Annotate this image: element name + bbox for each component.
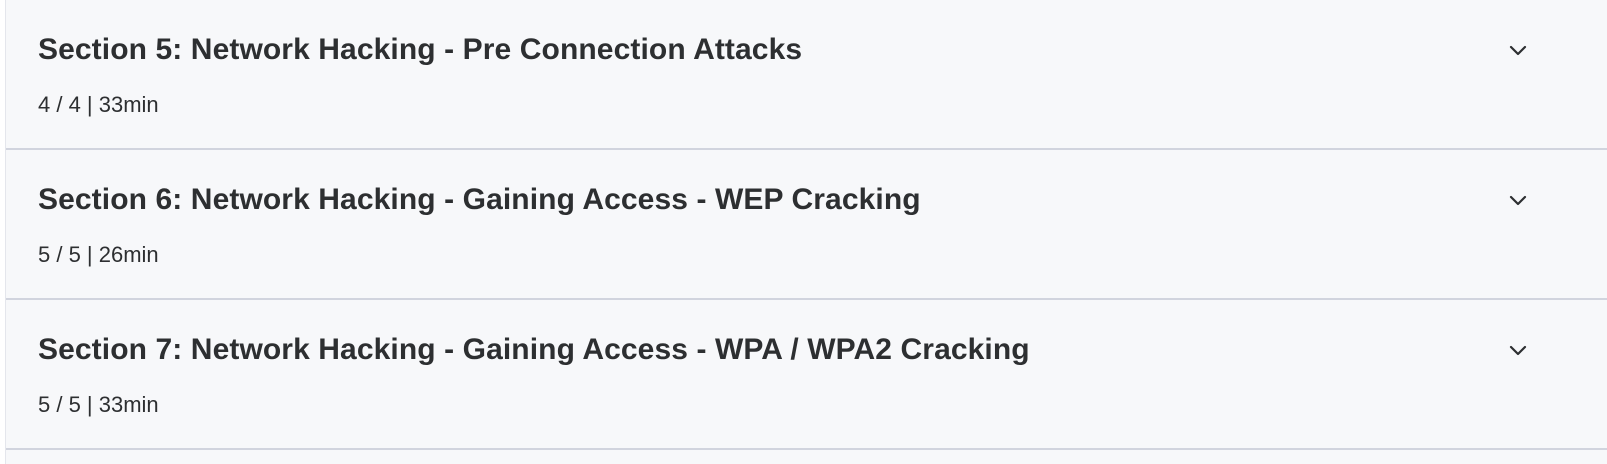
chevron-down-icon[interactable] bbox=[1506, 38, 1530, 62]
section-progress-duration: 5 / 5 | 33min bbox=[38, 392, 159, 417]
course-curriculum-list: Section 5: Network Hacking - Pre Connect… bbox=[5, 0, 1607, 464]
section-6-accordion[interactable]: Section 6: Network Hacking - Gaining Acc… bbox=[6, 150, 1607, 300]
chevron-down-icon[interactable] bbox=[1506, 188, 1530, 212]
section-7-accordion[interactable]: Section 7: Network Hacking - Gaining Acc… bbox=[6, 300, 1607, 450]
section-title: Section 6: Network Hacking - Gaining Acc… bbox=[38, 183, 921, 216]
section-title: Section 7: Network Hacking - Gaining Acc… bbox=[38, 333, 1030, 366]
section-progress-duration: 4 / 4 | 33min bbox=[38, 92, 159, 117]
section-progress-duration: 5 / 5 | 26min bbox=[38, 242, 159, 267]
section-title: Section 5: Network Hacking - Pre Connect… bbox=[38, 33, 803, 66]
section-5-accordion[interactable]: Section 5: Network Hacking - Pre Connect… bbox=[6, 0, 1607, 150]
chevron-down-icon[interactable] bbox=[1506, 338, 1530, 362]
